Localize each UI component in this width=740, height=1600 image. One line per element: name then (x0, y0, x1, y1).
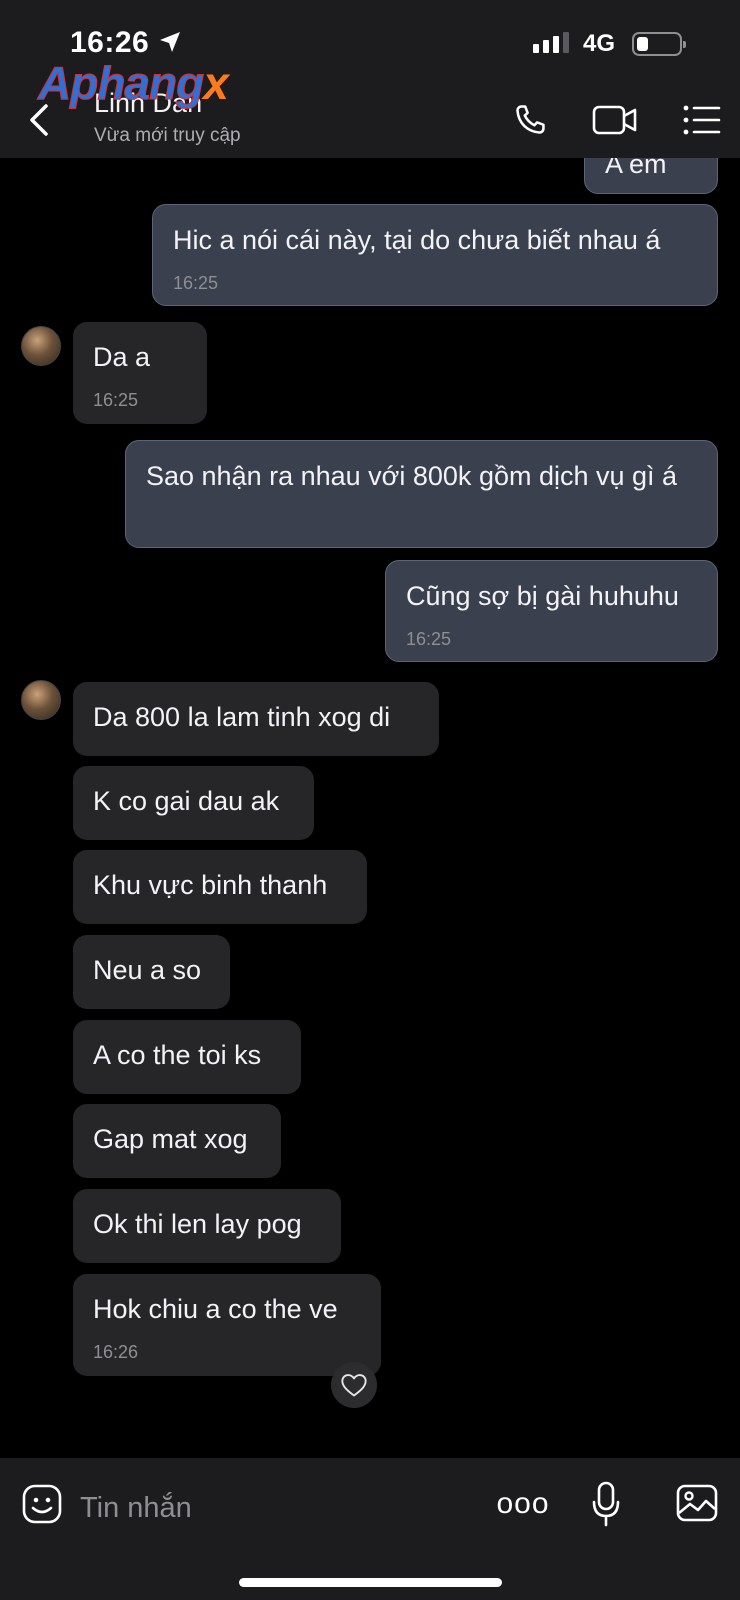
message-list[interactable]: A em Hic a nói cái này, tại do chưa biết… (0, 158, 740, 1458)
message-text: A co the toi ks (93, 1040, 262, 1070)
sticker-button[interactable] (20, 1482, 64, 1526)
message-text: Hok chiu a co the ve (93, 1294, 338, 1324)
location-arrow-icon (160, 32, 180, 52)
contact-status: Vừa mới truy cập (94, 125, 241, 146)
message-bubble-received[interactable]: Ok thi len lay pog (73, 1189, 341, 1263)
message-bubble-received[interactable]: Gap mat xog (73, 1104, 281, 1178)
message-bubble-received[interactable]: Da a 16:25 (73, 322, 207, 424)
home-indicator[interactable] (239, 1578, 502, 1587)
message-text: Ok thi len lay pog (93, 1209, 302, 1239)
message-text: Khu vực binh thanh (93, 870, 328, 900)
react-heart-button[interactable] (331, 1362, 377, 1408)
microphone-icon (592, 1481, 620, 1527)
message-input[interactable]: Tin nhắn (80, 1480, 480, 1536)
status-time: 16:26 (70, 26, 150, 59)
message-bubble-received[interactable]: Hok chiu a co the ve 16:26 (73, 1274, 381, 1376)
contact-avatar[interactable] (21, 680, 61, 720)
message-text: Sao nhận ra nhau với 800k gồm dịch vụ gì… (146, 461, 678, 491)
message-time: 16:25 (173, 273, 219, 293)
heart-icon (341, 1374, 367, 1397)
signal-strength-icon (533, 32, 569, 53)
message-text: Neu a so (93, 955, 202, 985)
voice-message-button[interactable] (588, 1478, 624, 1530)
message-text: Da 800 la lam tinh xog di (93, 702, 391, 732)
chat-menu-button[interactable] (680, 98, 724, 142)
message-text: A em (605, 158, 667, 179)
contact-avatar[interactable] (21, 326, 61, 366)
sticker-icon (22, 1484, 62, 1524)
menu-list-icon (683, 105, 721, 135)
message-bubble-sent[interactable]: Sao nhận ra nhau với 800k gồm dịch vụ gì… (125, 440, 718, 548)
message-time: 16:26 (93, 1342, 139, 1362)
video-call-button[interactable] (590, 98, 640, 142)
message-text: K co gai dau ak (93, 786, 280, 816)
voice-call-button[interactable] (508, 98, 552, 142)
message-bubble-received[interactable]: Da 800 la lam tinh xog di (73, 682, 439, 756)
image-icon (676, 1484, 718, 1522)
message-text: Cũng sợ bị gài huhuhu (406, 581, 679, 611)
message-bubble-sent[interactable]: A em (584, 158, 718, 194)
message-bubble-sent[interactable]: Cũng sợ bị gài huhuhu 16:25 (385, 560, 718, 662)
more-options-button[interactable]: ooo (496, 1486, 550, 1522)
message-text: Gap mat xog (93, 1124, 248, 1154)
message-bubble-sent[interactable]: Hic a nói cái này, tại do chưa biết nhau… (152, 204, 718, 306)
network-label: 4G (583, 30, 616, 57)
message-text: Hic a nói cái này, tại do chưa biết nhau… (173, 225, 661, 255)
message-bubble-received[interactable]: Neu a so (73, 935, 230, 1009)
message-time: 16:25 (406, 629, 452, 649)
message-bubble-received[interactable]: A co the toi ks (73, 1020, 301, 1094)
battery-icon (632, 32, 686, 56)
message-bubble-received[interactable]: K co gai dau ak (73, 766, 314, 840)
message-time: 16:25 (93, 390, 139, 410)
send-image-button[interactable] (674, 1480, 720, 1526)
message-text: Da a (93, 342, 151, 372)
phone-icon (516, 105, 545, 134)
watermark-logo: Aphangx (37, 57, 228, 110)
video-camera-icon (592, 105, 637, 135)
message-bubble-received[interactable]: Khu vực binh thanh (73, 850, 367, 924)
